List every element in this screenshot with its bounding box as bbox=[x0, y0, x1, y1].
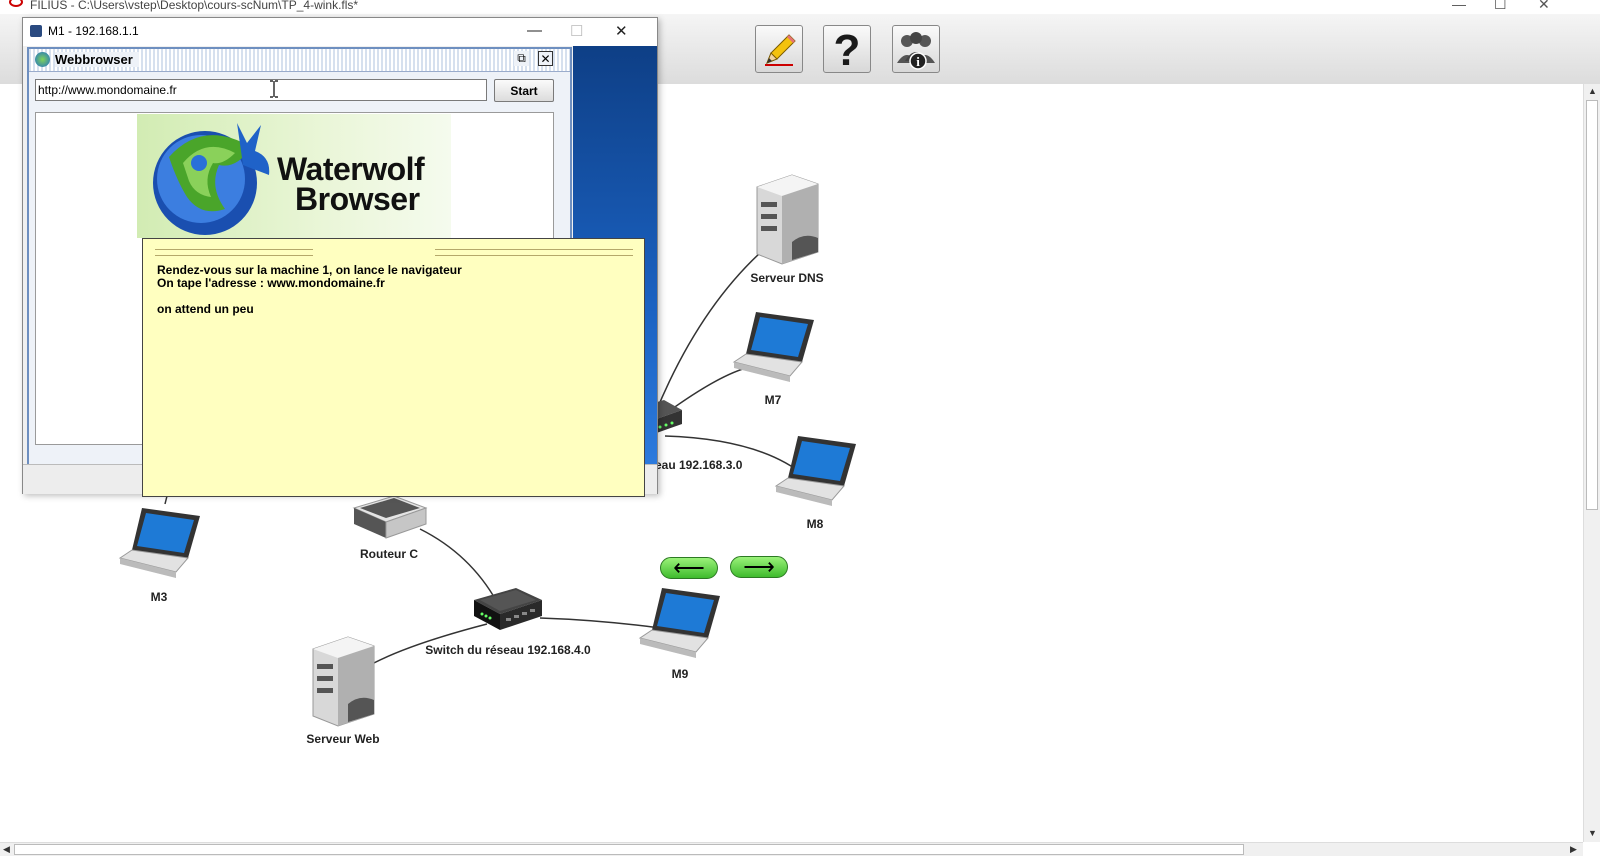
scroll-right-icon[interactable]: ▶ bbox=[1570, 844, 1577, 855]
app-title: FILIUS - C:\Users\vstep\Desktop\cours-sc… bbox=[30, 0, 359, 12]
vertical-scrollbar[interactable]: ▲ ▼ bbox=[1583, 84, 1600, 842]
pencil-icon bbox=[765, 34, 796, 66]
url-input[interactable] bbox=[35, 79, 487, 101]
arrow-left-icon: ⟵ bbox=[673, 555, 705, 580]
note-line-1: Rendez-vous sur la machine 1, on lance l… bbox=[157, 263, 462, 277]
app-titlebar: FILIUS - C:\Users\vstep\Desktop\cours-sc… bbox=[0, 0, 1600, 14]
m1-title: M1 - 192.168.1.1 bbox=[48, 24, 139, 38]
previous-button[interactable]: ⟵ bbox=[660, 557, 718, 579]
maximize-icon[interactable]: ☐ bbox=[1494, 0, 1507, 13]
waterwolf-banner: Waterwolf Browser bbox=[137, 114, 451, 238]
m3-label: M3 bbox=[150, 590, 168, 604]
scroll-down-icon[interactable]: ▼ bbox=[1588, 828, 1597, 838]
m9-laptop-icon[interactable] bbox=[638, 582, 722, 664]
m1-minimize-icon[interactable]: — bbox=[527, 22, 542, 39]
m3-laptop-icon[interactable] bbox=[118, 502, 202, 584]
text-cursor-icon bbox=[270, 80, 278, 98]
about-button[interactable]: i bbox=[892, 25, 940, 73]
router-c-icon[interactable] bbox=[350, 494, 430, 544]
switch-4-icon[interactable] bbox=[472, 584, 544, 636]
computer-icon bbox=[30, 25, 42, 37]
m7-label: M7 bbox=[764, 393, 782, 407]
m8-laptop-icon[interactable] bbox=[774, 430, 858, 512]
next-button[interactable]: ⟶ bbox=[730, 556, 788, 578]
question-mark-icon: ? bbox=[834, 27, 861, 71]
note-rule-left bbox=[155, 249, 313, 256]
horizontal-scroll-thumb[interactable] bbox=[14, 844, 1244, 855]
m7-laptop-icon[interactable] bbox=[732, 306, 816, 388]
dns-server-label: Serveur DNS bbox=[750, 271, 824, 285]
arrow-right-icon: ⟶ bbox=[743, 554, 775, 579]
note-rule-right bbox=[435, 249, 633, 256]
web-server-icon[interactable] bbox=[308, 634, 378, 729]
dns-server-icon[interactable] bbox=[752, 172, 822, 267]
router-c-label: Routeur C bbox=[360, 547, 418, 561]
waterwolf-logo-icon bbox=[153, 123, 270, 235]
svg-text:i: i bbox=[916, 54, 920, 69]
design-mode-button[interactable] bbox=[755, 25, 803, 73]
globe-icon bbox=[35, 52, 50, 67]
tutorial-note: Rendez-vous sur la machine 1, on lance l… bbox=[142, 238, 645, 497]
horizontal-scrollbar[interactable]: ◀ ▶ bbox=[0, 842, 1583, 856]
detach-icon[interactable]: ⧉ bbox=[514, 51, 529, 66]
switch-4-label: Switch du réseau 192.168.4.0 bbox=[425, 643, 591, 657]
note-line-3: on attend un peu bbox=[157, 302, 254, 316]
note-line-2: On tape l'adresse : www.mondomaine.fr bbox=[157, 276, 385, 290]
scroll-up-icon[interactable]: ▲ bbox=[1588, 86, 1597, 96]
help-button[interactable]: ? bbox=[823, 25, 871, 73]
webbrowser-titlebar[interactable]: Webbrowser ⧉ ✕ bbox=[29, 49, 570, 72]
vertical-scroll-thumb[interactable] bbox=[1586, 100, 1598, 510]
web-server-label: Serveur Web bbox=[306, 732, 380, 746]
frame-close-icon[interactable]: ✕ bbox=[538, 51, 553, 66]
users-info-icon: i bbox=[897, 32, 935, 70]
m8-label: M8 bbox=[806, 517, 824, 531]
minimize-icon[interactable]: — bbox=[1452, 0, 1466, 12]
m9-label: M9 bbox=[671, 667, 689, 681]
close-icon[interactable]: ✕ bbox=[1538, 0, 1550, 13]
start-button[interactable]: Start bbox=[494, 79, 554, 102]
m1-close-icon[interactable]: ✕ bbox=[615, 22, 628, 40]
webbrowser-title: Webbrowser bbox=[55, 52, 139, 67]
m1-titlebar[interactable]: M1 - 192.168.1.1 — ☐ ✕ bbox=[23, 18, 657, 46]
m1-maximize-icon: ☐ bbox=[570, 23, 584, 40]
banner-text-line2: Browser bbox=[295, 181, 420, 217]
scroll-left-icon[interactable]: ◀ bbox=[3, 844, 10, 855]
svg-text:?: ? bbox=[834, 27, 861, 71]
filius-logo-icon bbox=[9, 0, 23, 7]
